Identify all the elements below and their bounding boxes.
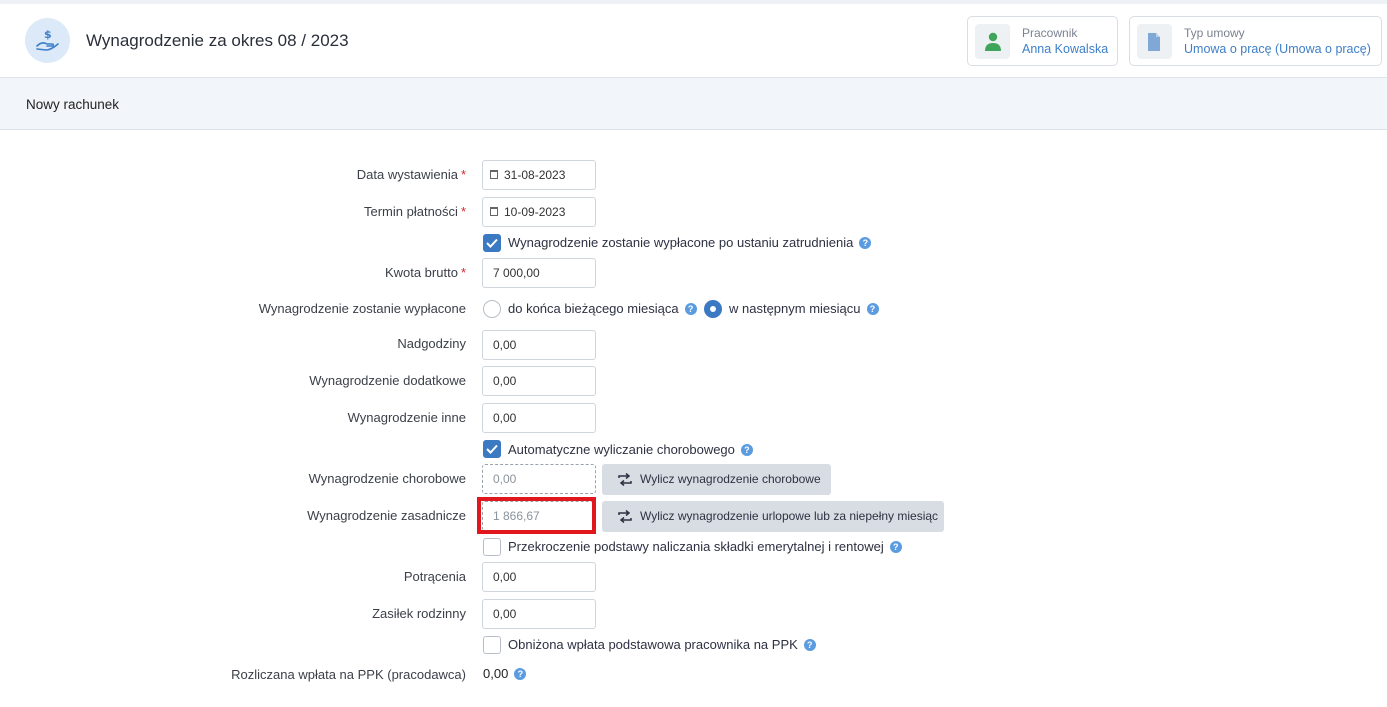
deductions-label: Potrącenia [403,569,466,584]
payout-current-month-label: do końca bieżącego miesiąca? [508,301,697,316]
issue-date-input[interactable]: 31-08-2023 [482,160,596,190]
help-icon[interactable]: ? [684,303,697,315]
svg-text:$: $ [44,28,52,41]
deductions-input[interactable]: 0,00 [482,562,596,592]
gross-amount-label: Kwota brutto * [384,265,466,280]
help-icon[interactable]: ? [859,237,872,249]
gross-amount-input[interactable]: 7 000,00 [482,258,596,288]
payout-next-month-radio[interactable] [704,300,722,318]
contract-type-link[interactable]: Umowa o pracę (Umowa o pracę) [1184,42,1371,56]
calculate-vacation-pay-button[interactable]: Wylicz wynagrodzenie urlopowe lub za nie… [602,501,944,532]
calendar-icon [490,207,498,216]
payout-timing-label: Wynagrodzenie zostanie wypłacone [258,301,466,316]
ppk-employer-value: 0,00? [483,666,527,681]
salary-icon: $ [25,18,70,63]
required-mark: * [460,204,466,219]
sick-pay-input[interactable]: 0,00 [482,464,596,494]
refresh-icon [618,510,632,523]
other-pay-label: Wynagrodzenie inne [347,410,466,425]
page-title: Wynagrodzenie za okres 08 / 2023 [86,31,349,50]
document-icon [1137,24,1172,59]
additional-pay-input[interactable]: 0,00 [482,366,596,396]
refresh-icon [618,473,632,486]
required-mark: * [460,265,466,280]
required-mark: * [460,167,466,182]
payout-next-month-label: w następnym miesiącu? [729,301,879,316]
person-icon [975,24,1010,59]
paid-after-employment-label: Wynagrodzenie zostanie wypłacone po usta… [508,235,872,250]
ppk-employer-label: Rozliczana wpłata na PPK (pracodawca) [231,667,466,682]
help-icon[interactable]: ? [740,444,753,456]
family-allowance-input[interactable]: 0,00 [482,599,596,629]
employee-label: Pracownik [1022,26,1078,40]
overtime-label: Nadgodziny [397,336,466,351]
contribution-limit-label: Przekroczenie podstawy naliczania składk… [508,539,902,554]
family-allowance-label: Zasiłek rodzinny [372,606,466,621]
reduced-ppk-checkbox[interactable] [483,636,501,654]
other-pay-input[interactable]: 0,00 [482,403,596,433]
calculate-sick-pay-button[interactable]: Wylicz wynagrodzenie chorobowe [602,464,831,495]
section-bar: Nowy rachunek [0,78,1387,130]
sick-pay-label: Wynagrodzenie chorobowe [308,471,466,486]
calendar-icon [490,170,498,179]
page-header: $ Wynagrodzenie za okres 08 / 2023 Praco… [0,4,1387,78]
employee-name-link[interactable]: Anna Kowalska [1022,42,1108,56]
help-icon[interactable]: ? [866,303,879,315]
paid-after-employment-checkbox[interactable] [483,234,501,252]
help-icon[interactable]: ? [803,639,816,651]
auto-sick-pay-label: Automatyczne wyliczanie chorobowego? [508,442,753,457]
payment-due-input[interactable]: 10-09-2023 [482,197,596,227]
issue-date-label: Data wystawienia * [356,167,466,182]
payout-current-month-radio[interactable] [483,300,501,318]
employee-card[interactable]: Pracownik Anna Kowalska [967,16,1118,66]
contract-label: Typ umowy [1184,26,1245,40]
payment-due-label: Termin płatności * [364,204,466,219]
contribution-limit-checkbox[interactable] [483,538,501,556]
reduced-ppk-label: Obniżona wpłata podstawowa pracownika na… [508,637,816,652]
base-pay-label: Wynagrodzenie zasadnicze [307,508,466,523]
contract-card[interactable]: Typ umowy Umowa o pracę (Umowa o pracę) [1129,16,1382,66]
additional-pay-label: Wynagrodzenie dodatkowe [309,373,466,388]
help-icon[interactable]: ? [889,541,902,553]
section-title: Nowy rachunek [26,97,120,112]
help-icon[interactable]: ? [514,668,527,680]
highlight-box [477,497,596,534]
overtime-input[interactable]: 0,00 [482,330,596,360]
auto-sick-pay-checkbox[interactable] [483,440,501,458]
